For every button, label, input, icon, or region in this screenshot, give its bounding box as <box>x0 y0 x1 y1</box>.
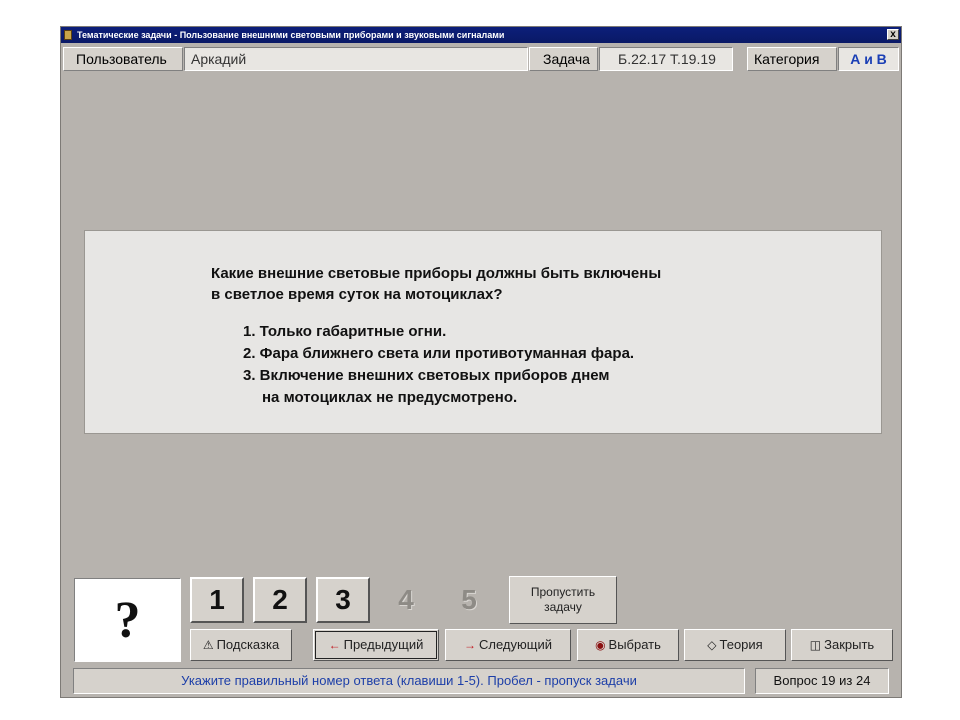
skip-label-line2: задачу <box>544 600 582 614</box>
task-value: Б.22.17 Т.19.19 <box>599 47 733 71</box>
lightbulb-icon: ⚠ <box>202 638 214 652</box>
close-button[interactable]: ◫ Закрыть <box>791 629 893 661</box>
arrow-right-icon: → <box>464 638 476 652</box>
answer-list: 1. Только габаритные огни. 2. Фара ближн… <box>243 321 634 409</box>
answer-button-4: 4 <box>398 584 414 615</box>
question-panel: Какие внешние световые приборы должны бы… <box>84 230 882 434</box>
answer-option-1: 1. Только габаритные огни. <box>243 323 447 340</box>
status-bar: Укажите правильный номер ответа (клавиши… <box>73 668 889 694</box>
question-counter: Вопрос 19 из 24 <box>755 668 889 694</box>
user-value: Аркадий <box>184 47 528 71</box>
app-icon <box>64 30 72 40</box>
category-value: А и В <box>838 47 899 71</box>
answer-button-5: 5 <box>461 584 477 615</box>
next-button[interactable]: → Следующий <box>445 629 571 661</box>
arrow-left-icon: ← <box>328 638 341 652</box>
answer-option-3-continued: на мотоциклах не предусмотрено. <box>262 389 518 406</box>
answer-button-2[interactable]: 2 <box>253 577 307 623</box>
skip-label-line1: Пропустить <box>530 585 596 599</box>
theory-button[interactable]: ◇ Теория <box>684 629 786 661</box>
category-label: Категория <box>747 47 837 71</box>
status-hint: Укажите правильный номер ответа (клавиши… <box>73 668 745 694</box>
answer-button-3[interactable]: 3 <box>316 577 370 623</box>
door-icon: ◫ <box>809 638 822 652</box>
window-title: Тематические задачи - Пользование внешни… <box>77 30 505 40</box>
close-label: Закрыть <box>824 637 875 652</box>
next-label: Следующий <box>479 637 552 652</box>
app-window: Тематические задачи - Пользование внешни… <box>60 26 902 698</box>
choose-button[interactable]: ◉ Выбрать <box>577 629 679 661</box>
answer-option-3: 3. Включение внешних световых приборов д… <box>243 367 610 384</box>
question-line: Какие внешние световые приборы должны бы… <box>211 265 662 282</box>
book-icon: ◇ <box>707 638 717 652</box>
choose-label: Выбрать <box>608 637 661 652</box>
title-bar: Тематические задачи - Пользование внешни… <box>61 27 901 43</box>
question-line: в светлое время суток на мотоциклах? <box>211 286 503 303</box>
info-bar: Пользователь Аркадий Задача Б.22.17 Т.19… <box>63 47 899 71</box>
task-label: Задача <box>529 47 598 71</box>
stamp-icon: ◉ <box>595 638 606 652</box>
user-label: Пользователь <box>63 47 183 71</box>
previous-button[interactable]: ← Предыдущий <box>313 629 439 661</box>
close-window-button[interactable]: x <box>887 29 899 40</box>
hint-button[interactable]: ⚠ Подсказка <box>190 629 292 661</box>
answer-indicator: ? <box>74 578 181 662</box>
answer-button-1[interactable]: 1 <box>190 577 244 623</box>
answer-option-2: 2. Фара ближнего света или противотуманн… <box>243 345 635 362</box>
theory-label: Теория <box>719 637 763 652</box>
previous-label: Предыдущий <box>343 637 424 652</box>
question-text: Какие внешние световые приборы должны бы… <box>211 263 661 305</box>
skip-task-button[interactable]: Пропустить задачу <box>509 576 617 624</box>
hint-label: Подсказка <box>216 637 280 652</box>
